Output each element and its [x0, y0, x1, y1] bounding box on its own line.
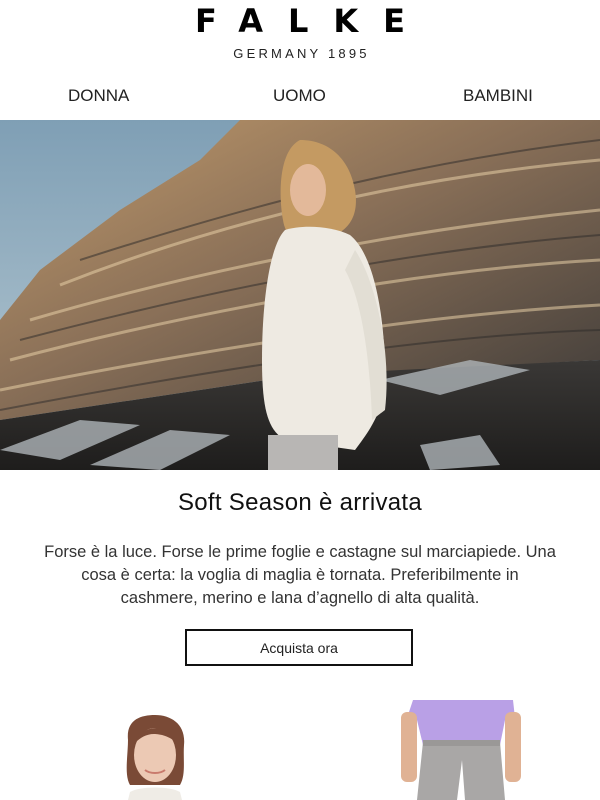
brand-tagline: GERMANY 1895: [233, 46, 370, 61]
product-image-right[interactable]: [395, 700, 525, 800]
shop-now-button[interactable]: Acquista ora: [185, 629, 413, 666]
brand-logo[interactable]: FALKE: [0, 2, 600, 40]
email-header: FALKE GERMANY 1895 DONNA UOMO BAMBINI: [0, 0, 600, 120]
nav-item-donna[interactable]: DONNA: [68, 86, 129, 106]
body-line: cashmere, merino e lana d’agnello di alt…: [120, 589, 480, 607]
headline: Soft Season è arrivata: [177, 489, 423, 516]
hero-illustration: [0, 120, 600, 470]
nav-item-uomo[interactable]: UOMO: [273, 86, 326, 106]
main-nav: DONNA UOMO BAMBINI: [0, 86, 600, 112]
body-line: cosa è certa: la voglia di maglia è torn…: [81, 566, 519, 584]
body-copy: Forse è la luce. Forse le prime foglie e…: [0, 541, 600, 610]
hero-image[interactable]: [0, 120, 600, 470]
model-portrait-illustration: [110, 700, 200, 800]
model-outfit-illustration: [395, 700, 525, 800]
body-line: Forse è la luce. Forse le prime foglie e…: [44, 543, 556, 561]
nav-item-bambini[interactable]: BAMBINI: [463, 86, 533, 106]
product-image-left[interactable]: [110, 700, 200, 800]
